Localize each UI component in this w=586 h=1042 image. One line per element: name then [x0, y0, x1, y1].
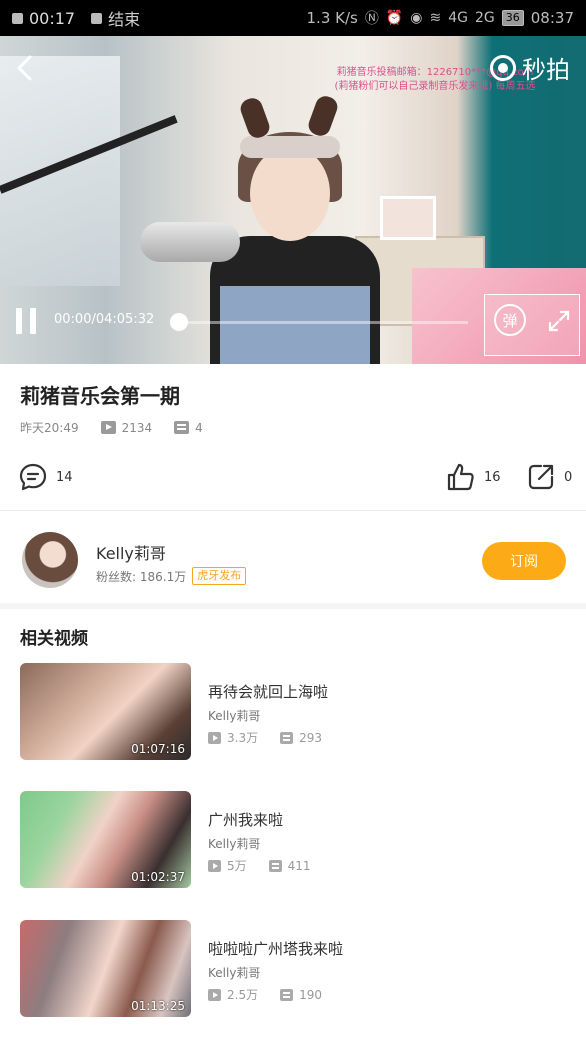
video-time: 00:00/04:05:32 [54, 312, 155, 327]
video-scene-antler-left [237, 95, 273, 141]
watermark-text: 秒拍 [522, 56, 570, 84]
comment-count-label: 14 [56, 469, 73, 485]
pause-icon[interactable] [14, 308, 38, 334]
video-thumbnail[interactable]: 01:13:25 [20, 920, 191, 1017]
play-count: 2134 [121, 420, 153, 435]
video-scene-face [250, 146, 330, 241]
video-scene-photo [380, 196, 436, 240]
video-duration: 01:02:37 [131, 870, 185, 884]
related-author: Kelly莉哥 [208, 709, 261, 723]
comment-count-icon [280, 731, 294, 744]
related-plays: 3.3万 [227, 731, 259, 745]
current-time: 00:00 [54, 312, 92, 327]
app-indicator-icon [12, 12, 23, 24]
play-count-icon [100, 421, 116, 434]
status-right: 1.3 K/s Ⓝ ⏰ ◉ ≋ 4G 2G 36 08:37 [307, 8, 574, 28]
status-time: 00:17 [29, 8, 76, 28]
related-title[interactable]: 啦啦啦广州塔我来啦 [208, 938, 343, 959]
video-duration: 01:13:25 [131, 999, 185, 1013]
author-card[interactable]: Kelly莉哥 粉丝数: 186.1万 虎牙发布 订阅 [0, 520, 586, 602]
status-clock: 08:37 [530, 9, 574, 27]
avatar[interactable] [22, 532, 78, 588]
related-stats: 3.3万 293 [208, 729, 322, 746]
notification-icon [91, 12, 103, 24]
video-scene-antler-right [305, 93, 341, 139]
related-comments: 190 [299, 987, 322, 1002]
signal-4g-icon: 4G [448, 10, 468, 26]
status-bar: 00:17 结束 1.3 K/s Ⓝ ⏰ ◉ ≋ 4G 2G 36 08:37 [0, 0, 586, 36]
back-button[interactable] [10, 52, 38, 84]
progress-bar[interactable] [178, 321, 468, 324]
author-name[interactable]: Kelly莉哥 [96, 540, 166, 564]
related-section-title: 相关视频 [20, 629, 88, 649]
progress-thumb[interactable] [170, 313, 188, 331]
network-speed: 1.3 K/s [306, 9, 358, 27]
list-item[interactable]: 01:07:16 再待会就回上海啦 Kelly莉哥 3.3万 293 [20, 663, 566, 761]
video-scene-microphone [140, 222, 240, 262]
eye-icon: ◉ [410, 10, 423, 26]
video-title: 莉猪音乐会第一期 [20, 384, 180, 408]
subscribe-button[interactable]: 订阅 [482, 542, 566, 580]
author-fans: 粉丝数: 186.1万 虎牙发布 [96, 567, 247, 585]
related-stats: 5万 411 [208, 857, 311, 874]
related-author: Kelly莉哥 [208, 837, 261, 851]
status-notification: 结束 [108, 10, 141, 29]
related-comments: 411 [287, 858, 311, 873]
comment-count-icon [268, 859, 282, 872]
watermark: 秒拍 [490, 50, 570, 85]
comment-button[interactable]: 14 [18, 462, 73, 492]
section-separator [0, 603, 586, 609]
fans-count: 粉丝数: 186.1万 [96, 569, 187, 584]
video-thumbnail[interactable]: 01:07:16 [20, 663, 191, 760]
alarm-icon: ⏰ [385, 10, 404, 26]
action-bar: 14 16 0 [0, 458, 586, 498]
related-plays: 2.5万 [227, 988, 259, 1002]
video-meta: 昨天20:49 2134 4 [20, 419, 203, 436]
share-button[interactable]: 0 [526, 462, 572, 492]
video-duration: 01:07:16 [131, 742, 185, 756]
comment-icon [19, 463, 47, 491]
comment-count-icon [174, 421, 190, 434]
wifi-icon: ≋ [429, 10, 442, 26]
share-icon [528, 464, 554, 490]
list-item[interactable]: 01:13:25 啦啦啦广州塔我来啦 Kelly莉哥 2.5万 190 [20, 920, 566, 1018]
platform-badge: 虎牙发布 [192, 567, 247, 585]
video-scene-headband [240, 136, 340, 158]
publish-date: 昨天20:49 [20, 421, 79, 435]
signal-2g-icon: 2G [475, 10, 495, 26]
video-player[interactable]: 莉猪音乐投稿邮箱：1226710***@qq.com (莉猪粉们可以自己录制音乐… [0, 36, 586, 364]
total-time: 04:05:32 [95, 312, 155, 327]
fullscreen-button[interactable] [546, 308, 572, 334]
play-count-icon [208, 988, 221, 1001]
related-stats: 2.5万 190 [208, 986, 322, 1003]
miaopai-logo-icon [490, 54, 516, 81]
status-left: 00:17 结束 [12, 6, 140, 30]
back-arrow-icon [17, 55, 32, 81]
comment-count-icon [280, 988, 294, 1001]
like-count-label: 16 [484, 469, 501, 485]
comment-count: 4 [195, 420, 203, 435]
related-title[interactable]: 再待会就回上海啦 [208, 681, 328, 702]
divider [0, 510, 586, 511]
related-plays: 5万 [227, 859, 247, 873]
danmu-toggle-button[interactable]: 弹 [494, 304, 526, 336]
share-count-label: 0 [564, 469, 573, 485]
thumbs-up-icon [447, 463, 474, 491]
video-thumbnail[interactable]: 01:02:37 [20, 791, 191, 888]
fullscreen-icon [548, 310, 570, 332]
video-scene-window [0, 56, 120, 286]
play-count-icon [208, 731, 221, 744]
battery-icon: 36 [501, 10, 524, 26]
play-count-icon [208, 859, 221, 872]
related-author: Kelly莉哥 [208, 966, 261, 980]
video-controls: 00:00/04:05:32 弹 [0, 288, 586, 364]
list-item[interactable]: 01:02:37 广州我来啦 Kelly莉哥 5万 411 [20, 791, 566, 889]
nfc-icon: Ⓝ [364, 11, 379, 27]
related-title[interactable]: 广州我来啦 [208, 809, 283, 830]
related-comments: 293 [299, 730, 322, 745]
like-button[interactable]: 16 [446, 462, 501, 492]
